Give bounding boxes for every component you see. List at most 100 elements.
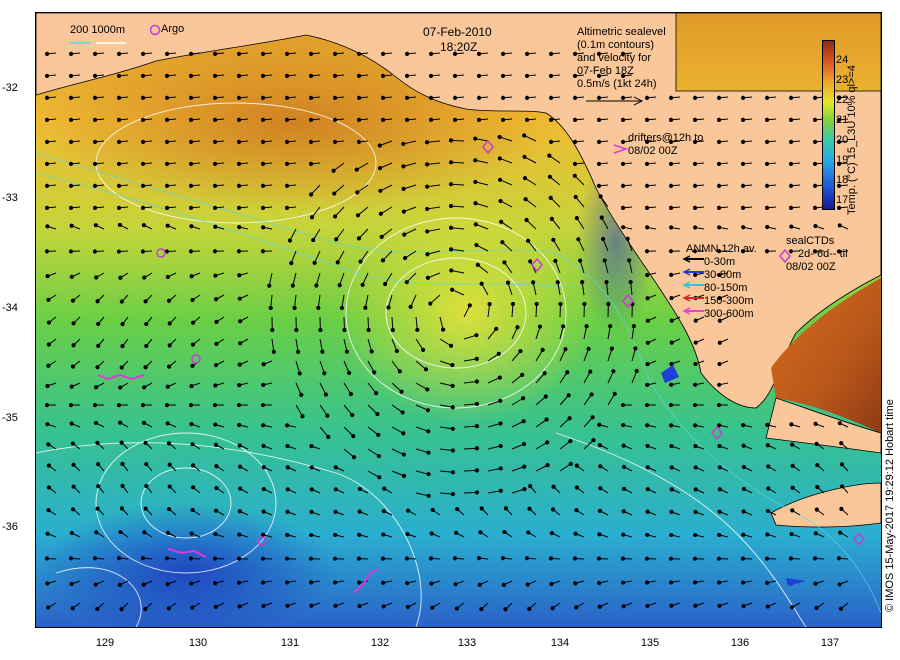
velocity-arrow-head bbox=[645, 382, 650, 387]
velocity-arrow-head bbox=[394, 348, 399, 354]
velocity-arrow-head bbox=[549, 581, 554, 587]
velocity-arrow-head bbox=[692, 117, 698, 122]
velocity-arrow-head bbox=[693, 361, 698, 367]
velocity-arrow-head bbox=[813, 223, 818, 229]
velocity-arrow-head bbox=[212, 205, 218, 210]
velocity-arrow-head bbox=[839, 462, 845, 467]
velocity-arrow-head bbox=[378, 211, 383, 216]
velocity-arrow-head bbox=[314, 283, 319, 288]
velocity-arrow-head bbox=[765, 580, 770, 585]
velocity-arrow-head bbox=[164, 556, 170, 561]
velocity-arrow-head bbox=[740, 139, 746, 144]
velocity-arrow-head bbox=[68, 51, 74, 56]
velocity-arrow-head bbox=[332, 556, 338, 561]
velocity-arrow-head bbox=[300, 414, 305, 419]
velocity-arrow-head bbox=[294, 327, 299, 333]
velocity-arrow-head bbox=[297, 371, 302, 376]
velocity-arrow-head bbox=[474, 356, 479, 361]
velocity-arrow-head bbox=[381, 532, 386, 537]
velocity-arrow-head bbox=[236, 402, 242, 408]
velocity-arrow-head bbox=[332, 139, 338, 144]
velocity-arrow-head bbox=[474, 242, 479, 248]
velocity-arrow-head bbox=[505, 280, 511, 285]
velocity-arrow-head bbox=[479, 506, 484, 511]
velocity-arrow-head bbox=[188, 249, 194, 254]
velocity-arrow-head bbox=[141, 420, 147, 425]
velocity-arrow-head bbox=[598, 486, 603, 491]
velocity-arrow-head bbox=[448, 160, 454, 165]
velocity-arrow-head bbox=[634, 368, 639, 374]
velocity-arrow-head bbox=[344, 349, 350, 354]
velocity-arrow-head bbox=[143, 506, 148, 511]
velocity-arrow-head bbox=[741, 225, 746, 230]
velocity-arrow-head bbox=[68, 161, 74, 166]
velocity-arrow-head bbox=[522, 176, 528, 181]
velocity-arrow-head bbox=[812, 556, 818, 561]
velocity-arrow-head bbox=[167, 484, 172, 489]
velocity-arrow-head bbox=[165, 384, 170, 389]
velocity-arrow-head bbox=[116, 51, 122, 56]
velocity-arrow-head bbox=[119, 607, 124, 612]
velocity-arrow-head bbox=[836, 556, 842, 561]
velocity-arrow-head bbox=[621, 509, 626, 514]
velocity-arrow-head bbox=[837, 582, 842, 587]
velocity-arrow-head bbox=[429, 531, 434, 536]
velocity-arrow-head bbox=[284, 161, 290, 166]
velocity-arrow-head bbox=[531, 280, 536, 285]
velocity-arrow-head bbox=[450, 363, 455, 368]
velocity-arrow-head bbox=[598, 464, 603, 469]
velocity-arrow-head bbox=[140, 161, 146, 166]
velocity-arrow-head bbox=[693, 423, 698, 428]
velocity-arrow-head bbox=[790, 442, 795, 447]
velocity-arrow-head bbox=[764, 139, 770, 144]
velocity-arrow-head bbox=[44, 249, 50, 254]
altimetry-line: and velocity for bbox=[577, 52, 651, 64]
velocity-arrow-head bbox=[813, 581, 818, 586]
velocity-arrow-head bbox=[92, 556, 98, 561]
velocity-arrow-head bbox=[766, 486, 771, 491]
velocity-arrow-head bbox=[692, 183, 698, 188]
velocity-arrow-head bbox=[644, 117, 650, 122]
velocity-arrow-head bbox=[401, 431, 406, 436]
velocity-arrow-head bbox=[71, 343, 76, 348]
velocity-arrow-head bbox=[44, 95, 50, 100]
sealctd-line: 08/02 00Z bbox=[786, 261, 836, 273]
velocity-arrow-head bbox=[332, 73, 338, 78]
velocity-arrow-head bbox=[606, 301, 611, 307]
velocity-arrow-head bbox=[236, 95, 242, 100]
velocity-arrow-head bbox=[95, 606, 100, 612]
velocity-arrow-head bbox=[308, 51, 314, 56]
velocity-arrow-head bbox=[68, 183, 74, 188]
velocity-arrow-head bbox=[582, 301, 587, 307]
velocity-arrow-head bbox=[260, 139, 266, 144]
velocity-arrow-head bbox=[428, 95, 434, 100]
velocity-arrow-head bbox=[428, 301, 433, 306]
velocity-arrow-head bbox=[46, 363, 51, 368]
velocity-arrow-head bbox=[93, 582, 98, 587]
velocity-arrow-head bbox=[645, 340, 650, 345]
lon-tick: 130 bbox=[188, 637, 208, 649]
velocity-arrow-head bbox=[608, 324, 613, 329]
velocity-arrow-head bbox=[357, 532, 362, 537]
velocity-arrow-head bbox=[590, 415, 595, 420]
velocity-arrow-head bbox=[837, 223, 842, 228]
velocity-arrow-head bbox=[740, 183, 746, 188]
velocity-arrow-head bbox=[165, 582, 170, 587]
velocity-arrow-head bbox=[764, 117, 770, 122]
velocity-arrow-head bbox=[716, 161, 722, 166]
velocity-arrow-head bbox=[68, 403, 74, 408]
drifters-legend: drifters@12h to 08/02 00Z bbox=[628, 132, 703, 158]
velocity-arrow-head bbox=[477, 582, 482, 587]
velocity-arrow-head bbox=[96, 343, 101, 348]
velocity-arrow-head bbox=[96, 321, 101, 326]
velocity-arrow-head bbox=[69, 421, 74, 426]
velocity-arrow-head bbox=[668, 161, 674, 166]
velocity-arrow-head bbox=[164, 249, 170, 254]
velocity-arrow-head bbox=[612, 391, 617, 396]
velocity-arrow-head bbox=[92, 73, 98, 78]
velocity-arrow-head bbox=[572, 556, 578, 561]
velocity-arrow-head bbox=[788, 117, 794, 122]
velocity-arrow-head bbox=[405, 604, 411, 610]
velocity-arrow-head bbox=[789, 531, 794, 537]
sealctd-line: sealCTDs bbox=[786, 235, 835, 247]
